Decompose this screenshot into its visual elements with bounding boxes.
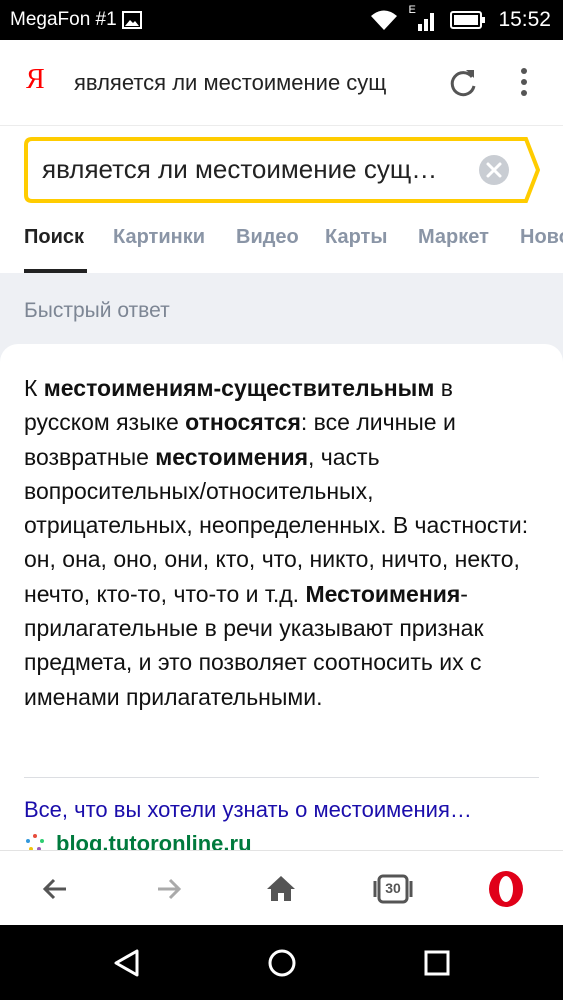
nav-back-icon[interactable] bbox=[107, 943, 147, 983]
signal-icon: E bbox=[408, 4, 438, 32]
source-domain-text: blog.tutoronline.ru bbox=[56, 831, 252, 850]
tutoronline-favicon-icon bbox=[26, 834, 44, 850]
battery-icon bbox=[450, 11, 486, 29]
browser-toolbar: 30 bbox=[0, 850, 563, 925]
address-text[interactable]: является ли местоимение сущ bbox=[74, 70, 434, 96]
clock: 15:52 bbox=[498, 8, 551, 31]
search-input[interactable]: является ли местоимение сущ… bbox=[42, 154, 472, 185]
answer-highlight: местоимения bbox=[155, 443, 308, 470]
tab-video[interactable]: Видео bbox=[236, 226, 299, 249]
tab-news[interactable]: Ново bbox=[520, 226, 563, 249]
quick-answer-text: К местоимениям-существительным в русском… bbox=[24, 371, 539, 714]
wifi-icon bbox=[371, 10, 398, 30]
answer-highlight: местоимениям-существительным bbox=[43, 375, 435, 401]
nav-recents-icon[interactable] bbox=[417, 943, 457, 983]
back-icon[interactable] bbox=[36, 869, 76, 909]
opera-icon[interactable] bbox=[486, 869, 526, 909]
tab-market[interactable]: Маркет bbox=[418, 226, 489, 249]
divider bbox=[24, 777, 539, 778]
tab-maps[interactable]: Карты bbox=[325, 226, 387, 249]
source-link[interactable]: Все, что вы хотели узнать о местоимения… bbox=[24, 797, 539, 823]
yandex-logo: Я bbox=[26, 64, 45, 95]
quick-answer-title: Быстрый ответ bbox=[24, 299, 170, 322]
android-nav-bar bbox=[0, 925, 563, 1000]
source-domain[interactable]: blog.tutoronline.ru bbox=[24, 830, 324, 850]
answer-text-segment: К bbox=[24, 375, 44, 401]
clear-icon[interactable] bbox=[479, 155, 509, 185]
answer-highlight: относятся bbox=[185, 409, 301, 436]
forward-icon[interactable] bbox=[148, 869, 188, 909]
tab-images[interactable]: Картинки bbox=[113, 226, 205, 249]
status-bar: MegaFon #1 E 15:52 bbox=[0, 0, 563, 40]
nav-home-icon[interactable] bbox=[262, 943, 302, 983]
home-icon[interactable] bbox=[261, 869, 301, 909]
browser-address-bar: Я является ли местоимение сущ bbox=[0, 40, 563, 126]
carrier-name: MegaFon #1 bbox=[10, 9, 117, 30]
tabs-icon[interactable]: 30 bbox=[373, 869, 413, 909]
more-vert-icon[interactable] bbox=[514, 66, 534, 100]
tab-search[interactable]: Поиск bbox=[24, 226, 84, 249]
search-tabs: Поиск Картинки Видео Карты Маркет Ново bbox=[0, 210, 563, 273]
status-icons: E 15:52 bbox=[370, 4, 551, 34]
tabs-count: 30 bbox=[385, 880, 401, 896]
answer-highlight: Местоимения bbox=[305, 580, 461, 607]
image-icon bbox=[122, 11, 142, 29]
reload-icon[interactable] bbox=[446, 66, 480, 100]
search-box[interactable]: является ли местоимение сущ… bbox=[24, 137, 540, 203]
